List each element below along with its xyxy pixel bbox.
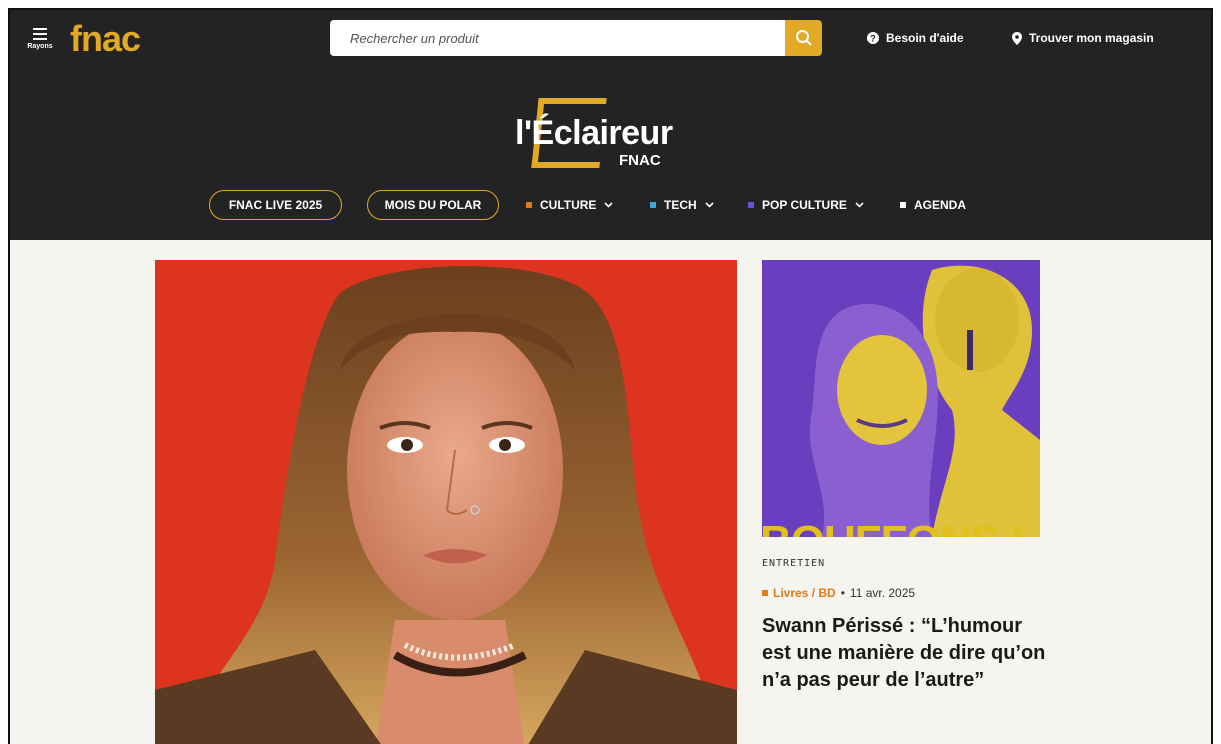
store-locator-link[interactable]: Trouver mon magasin bbox=[1012, 31, 1154, 45]
tech-color-marker bbox=[650, 202, 656, 208]
side-article-image[interactable]: BOUFFONS ! bbox=[762, 260, 1040, 537]
nav-item-pop-culture[interactable]: POP CULTURE bbox=[748, 198, 864, 212]
nav-pill-mois-du-polar[interactable]: MOIS DU POLAR bbox=[367, 190, 499, 220]
main-nav: FNAC LIVE 2025 MOIS DU POLAR CULTURE TEC… bbox=[10, 190, 1211, 222]
article-date: 11 avr. 2025 bbox=[849, 586, 916, 600]
location-pin-icon bbox=[1012, 31, 1022, 45]
portrait-image bbox=[155, 260, 737, 744]
menu-label: Rayons bbox=[27, 43, 53, 50]
site-header: Rayons fnac ? Besoin d'aide bbox=[10, 10, 1211, 240]
search-button[interactable] bbox=[785, 20, 822, 56]
eclaireur-title: l'Éclaireur bbox=[515, 114, 673, 152]
chevron-down-icon bbox=[705, 202, 714, 208]
store-label: Trouver mon magasin bbox=[1029, 31, 1154, 45]
hamburger-icon bbox=[33, 28, 47, 40]
help-link[interactable]: ? Besoin d'aide bbox=[867, 31, 964, 45]
menu-button[interactable]: Rayons bbox=[22, 24, 58, 64]
eclaireur-logo[interactable]: l'Éclaireur FNAC bbox=[505, 94, 705, 174]
eclaireur-subtitle: FNAC bbox=[619, 152, 661, 169]
nav-item-label: CULTURE bbox=[540, 198, 597, 212]
nav-item-label: POP CULTURE bbox=[762, 198, 847, 212]
search-bar bbox=[330, 20, 822, 56]
hero-article-image[interactable] bbox=[155, 260, 737, 744]
nav-item-label: TECH bbox=[664, 198, 697, 212]
nav-item-culture[interactable]: CULTURE bbox=[526, 198, 614, 212]
svg-text:?: ? bbox=[870, 34, 876, 44]
nav-item-label: AGENDA bbox=[914, 198, 967, 212]
nav-item-tech[interactable]: TECH bbox=[650, 198, 714, 212]
category-color-marker bbox=[762, 590, 768, 596]
chevron-down-icon bbox=[855, 202, 864, 208]
search-input[interactable] bbox=[330, 20, 785, 56]
help-icon: ? bbox=[867, 32, 879, 44]
article-title-link[interactable]: Swann Périssé : “L’humour est une manièr… bbox=[762, 613, 1052, 694]
article-category-link[interactable]: Livres / BD bbox=[773, 586, 836, 600]
fnac-logo[interactable]: fnac bbox=[70, 18, 141, 60]
article-type: ENTRETIEN bbox=[762, 558, 826, 569]
article-meta: Livres / BD • 11 avr. 2025 bbox=[762, 586, 915, 600]
chevron-down-icon bbox=[604, 202, 614, 208]
search-icon bbox=[795, 30, 812, 46]
culture-color-marker bbox=[526, 202, 532, 208]
nav-item-agenda[interactable]: AGENDA bbox=[900, 198, 966, 212]
duo-portrait-image: BOUFFONS ! bbox=[762, 260, 1040, 537]
browser-frame: Rayons fnac ? Besoin d'aide bbox=[8, 8, 1213, 744]
side-image-text: BOUFFONS ! bbox=[762, 517, 1024, 537]
nav-pill-fnac-live[interactable]: FNAC LIVE 2025 bbox=[209, 190, 342, 220]
pop-culture-color-marker bbox=[748, 202, 754, 208]
agenda-color-marker bbox=[900, 202, 906, 208]
help-label: Besoin d'aide bbox=[886, 31, 964, 45]
meta-separator: • bbox=[840, 586, 845, 600]
